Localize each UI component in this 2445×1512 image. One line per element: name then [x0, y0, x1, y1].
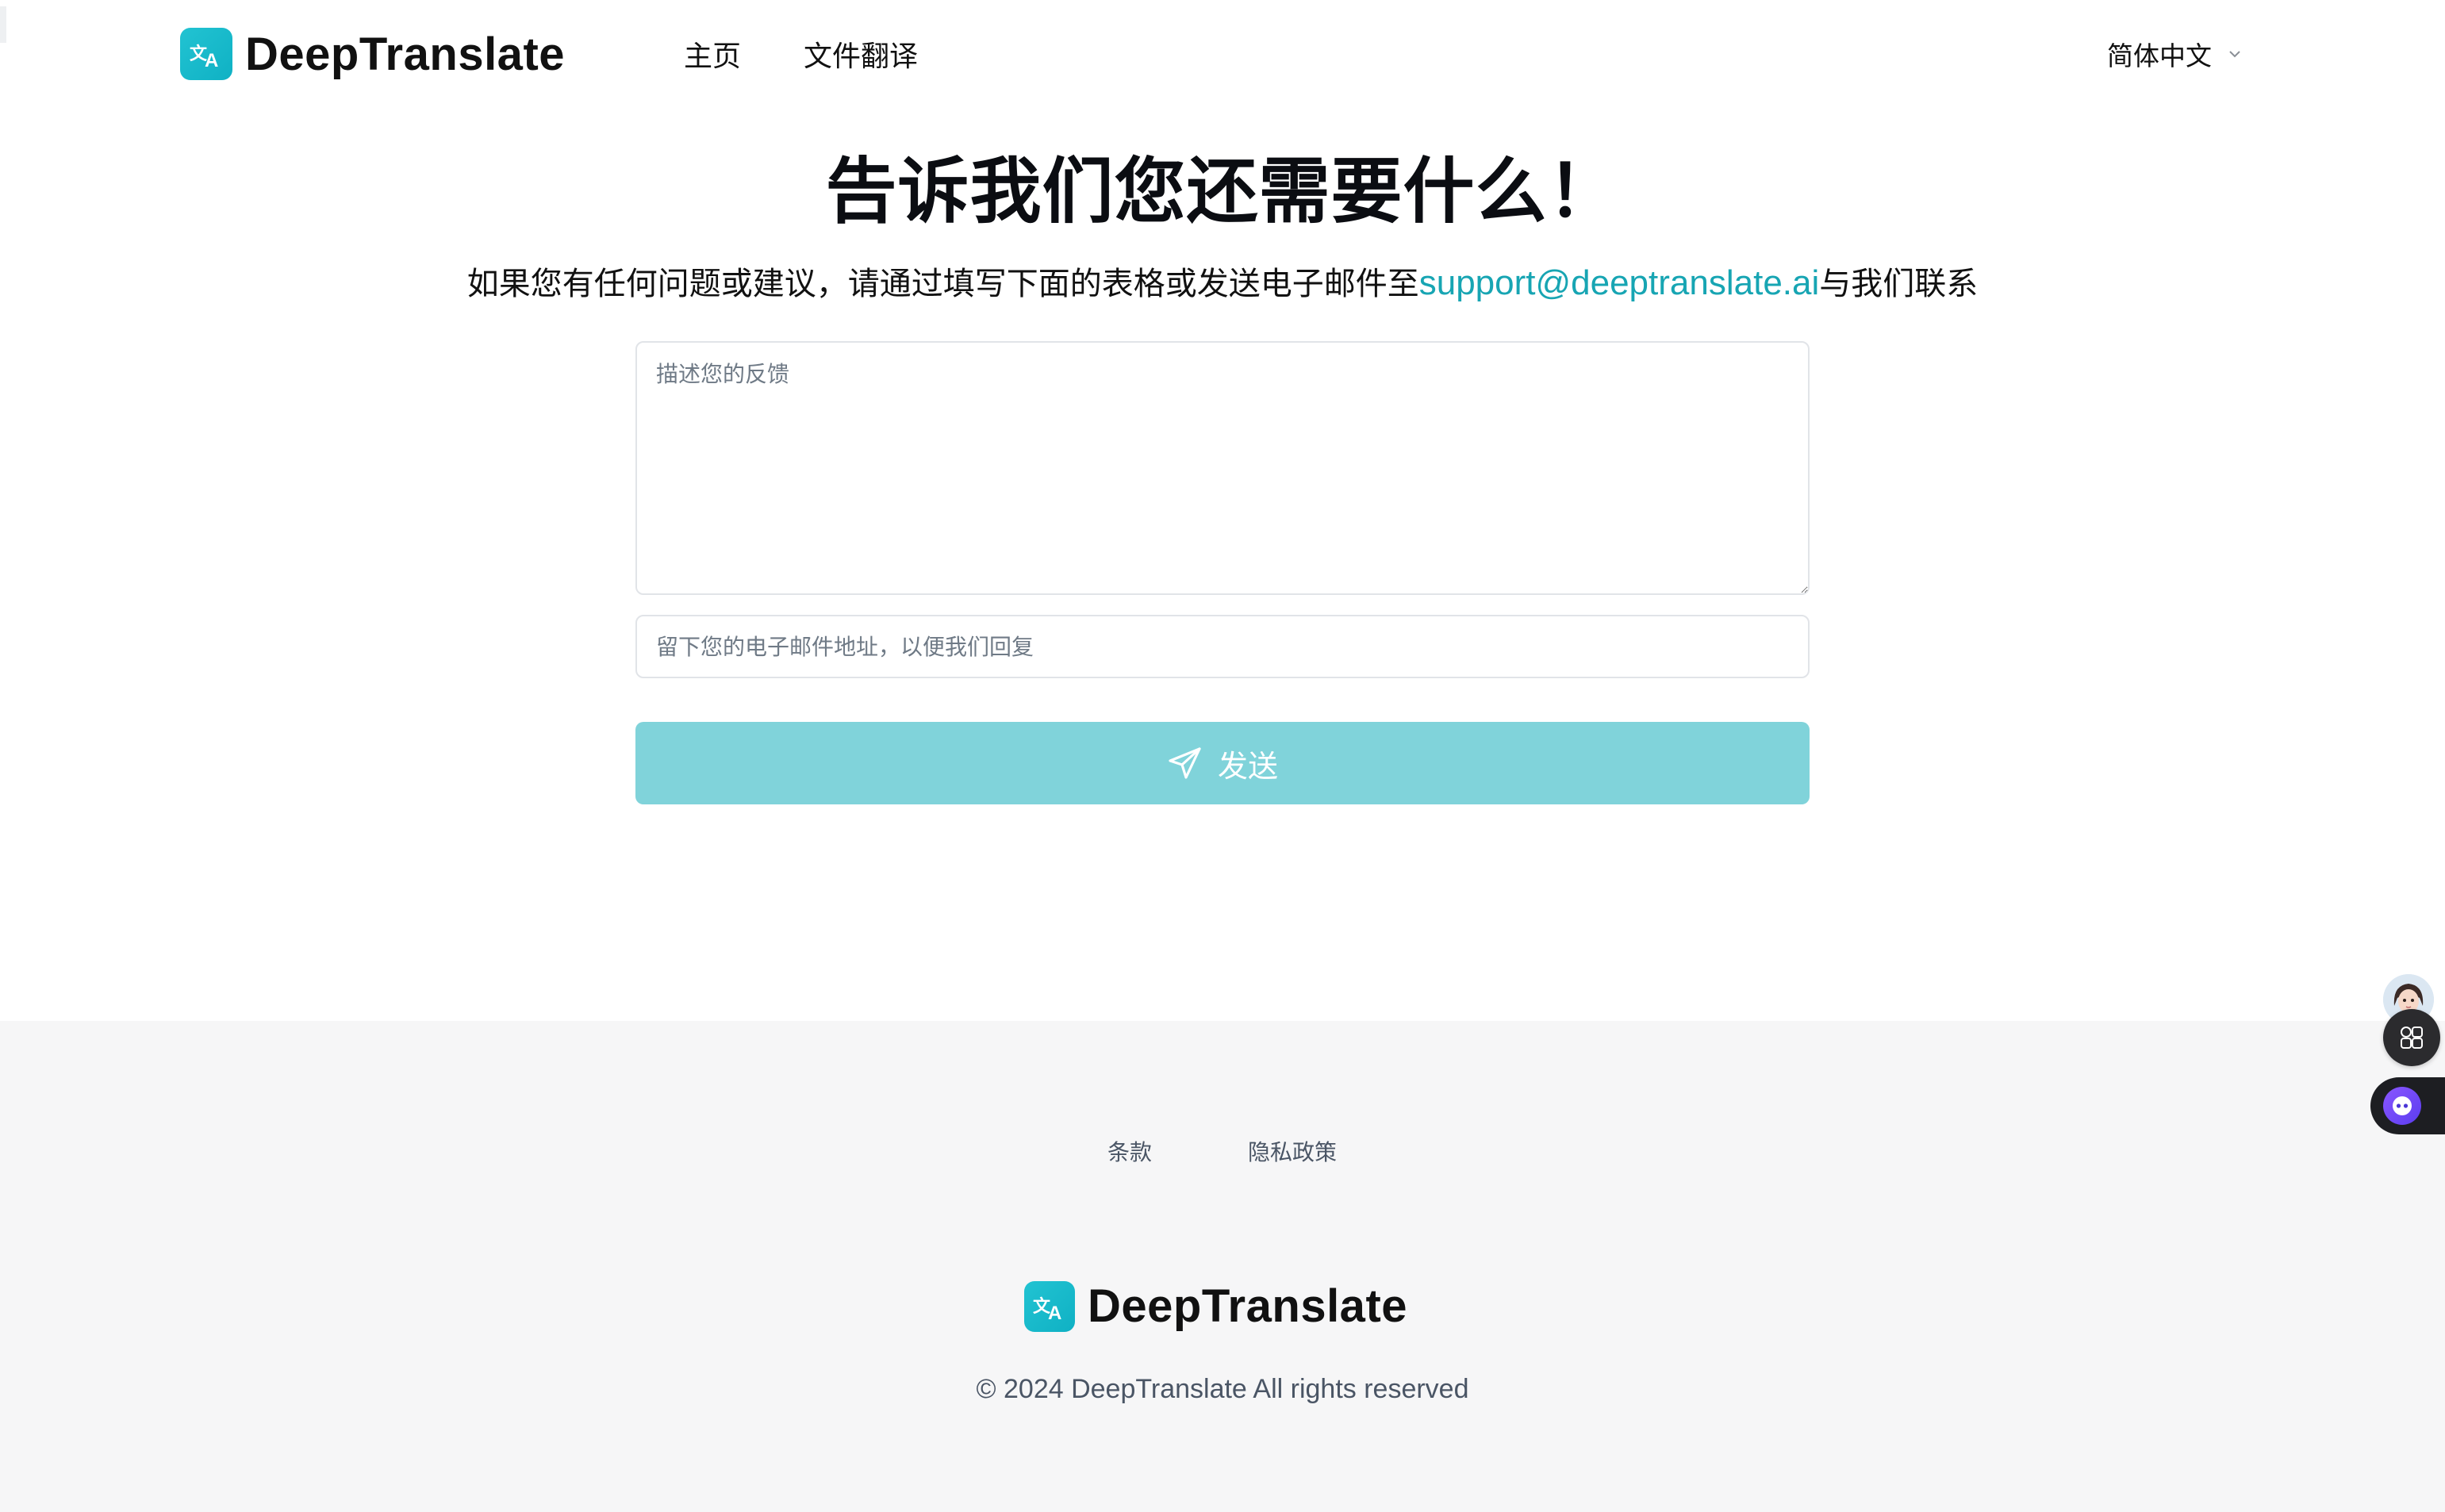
- footer-privacy-link[interactable]: 隐私政策: [1248, 1135, 1337, 1167]
- site-header: 文 A DeepTranslate 主页 文件翻译 简体中文: [0, 0, 2445, 108]
- email-field[interactable]: [635, 615, 1810, 678]
- edge-marker: [0, 6, 6, 43]
- send-icon: [1169, 747, 1201, 779]
- copyright-text: © 2024 DeepTranslate All rights reserved: [976, 1374, 1469, 1404]
- feedback-textarea[interactable]: [635, 341, 1810, 595]
- footer-terms-link[interactable]: 条款: [1107, 1135, 1152, 1167]
- subtitle-text-after: 与我们联系: [1819, 266, 1979, 302]
- site-footer: 条款 隐私政策 文 A DeepTranslate © 2024 DeepTra…: [0, 1021, 2445, 1512]
- language-selector[interactable]: 简体中文: [2107, 35, 2243, 73]
- footer-logo[interactable]: 文 A DeepTranslate: [1024, 1280, 1407, 1333]
- footer-brand-name: DeepTranslate: [1088, 1280, 1408, 1332]
- page-subtitle: 如果您有任何问题或建议，请通过填写下面的表格或发送电子邮件至support@de…: [0, 258, 2445, 304]
- assistant-bot-icon: [2383, 1087, 2421, 1125]
- brand-name: DeepTranslate: [245, 28, 566, 80]
- svg-text:A: A: [1048, 1303, 1061, 1324]
- subtitle-text-before: 如果您有任何问题或建议，请通过填写下面的表格或发送电子邮件至: [466, 266, 1419, 302]
- translate-logo-icon: 文 A: [1024, 1280, 1075, 1332]
- language-label: 简体中文: [2107, 40, 2212, 71]
- apps-grid-button[interactable]: [2383, 1009, 2440, 1066]
- header-logo[interactable]: 文 A DeepTranslate: [180, 27, 565, 81]
- page-title: 告诉我们您还需要什么！: [825, 150, 1620, 233]
- nav-file-translate-link[interactable]: 文件翻译: [804, 33, 918, 75]
- chevron-down-icon: [2229, 51, 2240, 58]
- assistant-bot-button[interactable]: [2370, 1077, 2445, 1134]
- send-button-label: 发送: [1217, 750, 1278, 784]
- nav-home-link[interactable]: 主页: [684, 33, 741, 75]
- apps-grid-icon: [2401, 1027, 2423, 1049]
- translate-logo-icon: 文 A: [180, 28, 232, 80]
- svg-text:A: A: [205, 50, 218, 71]
- support-email-link[interactable]: support@deeptranslate.ai: [1419, 263, 1820, 302]
- page: 文 A DeepTranslate 主页 文件翻译 简体中文 告诉我们您还需要什…: [0, 0, 2445, 1512]
- send-button[interactable]: 发送: [635, 722, 1810, 804]
